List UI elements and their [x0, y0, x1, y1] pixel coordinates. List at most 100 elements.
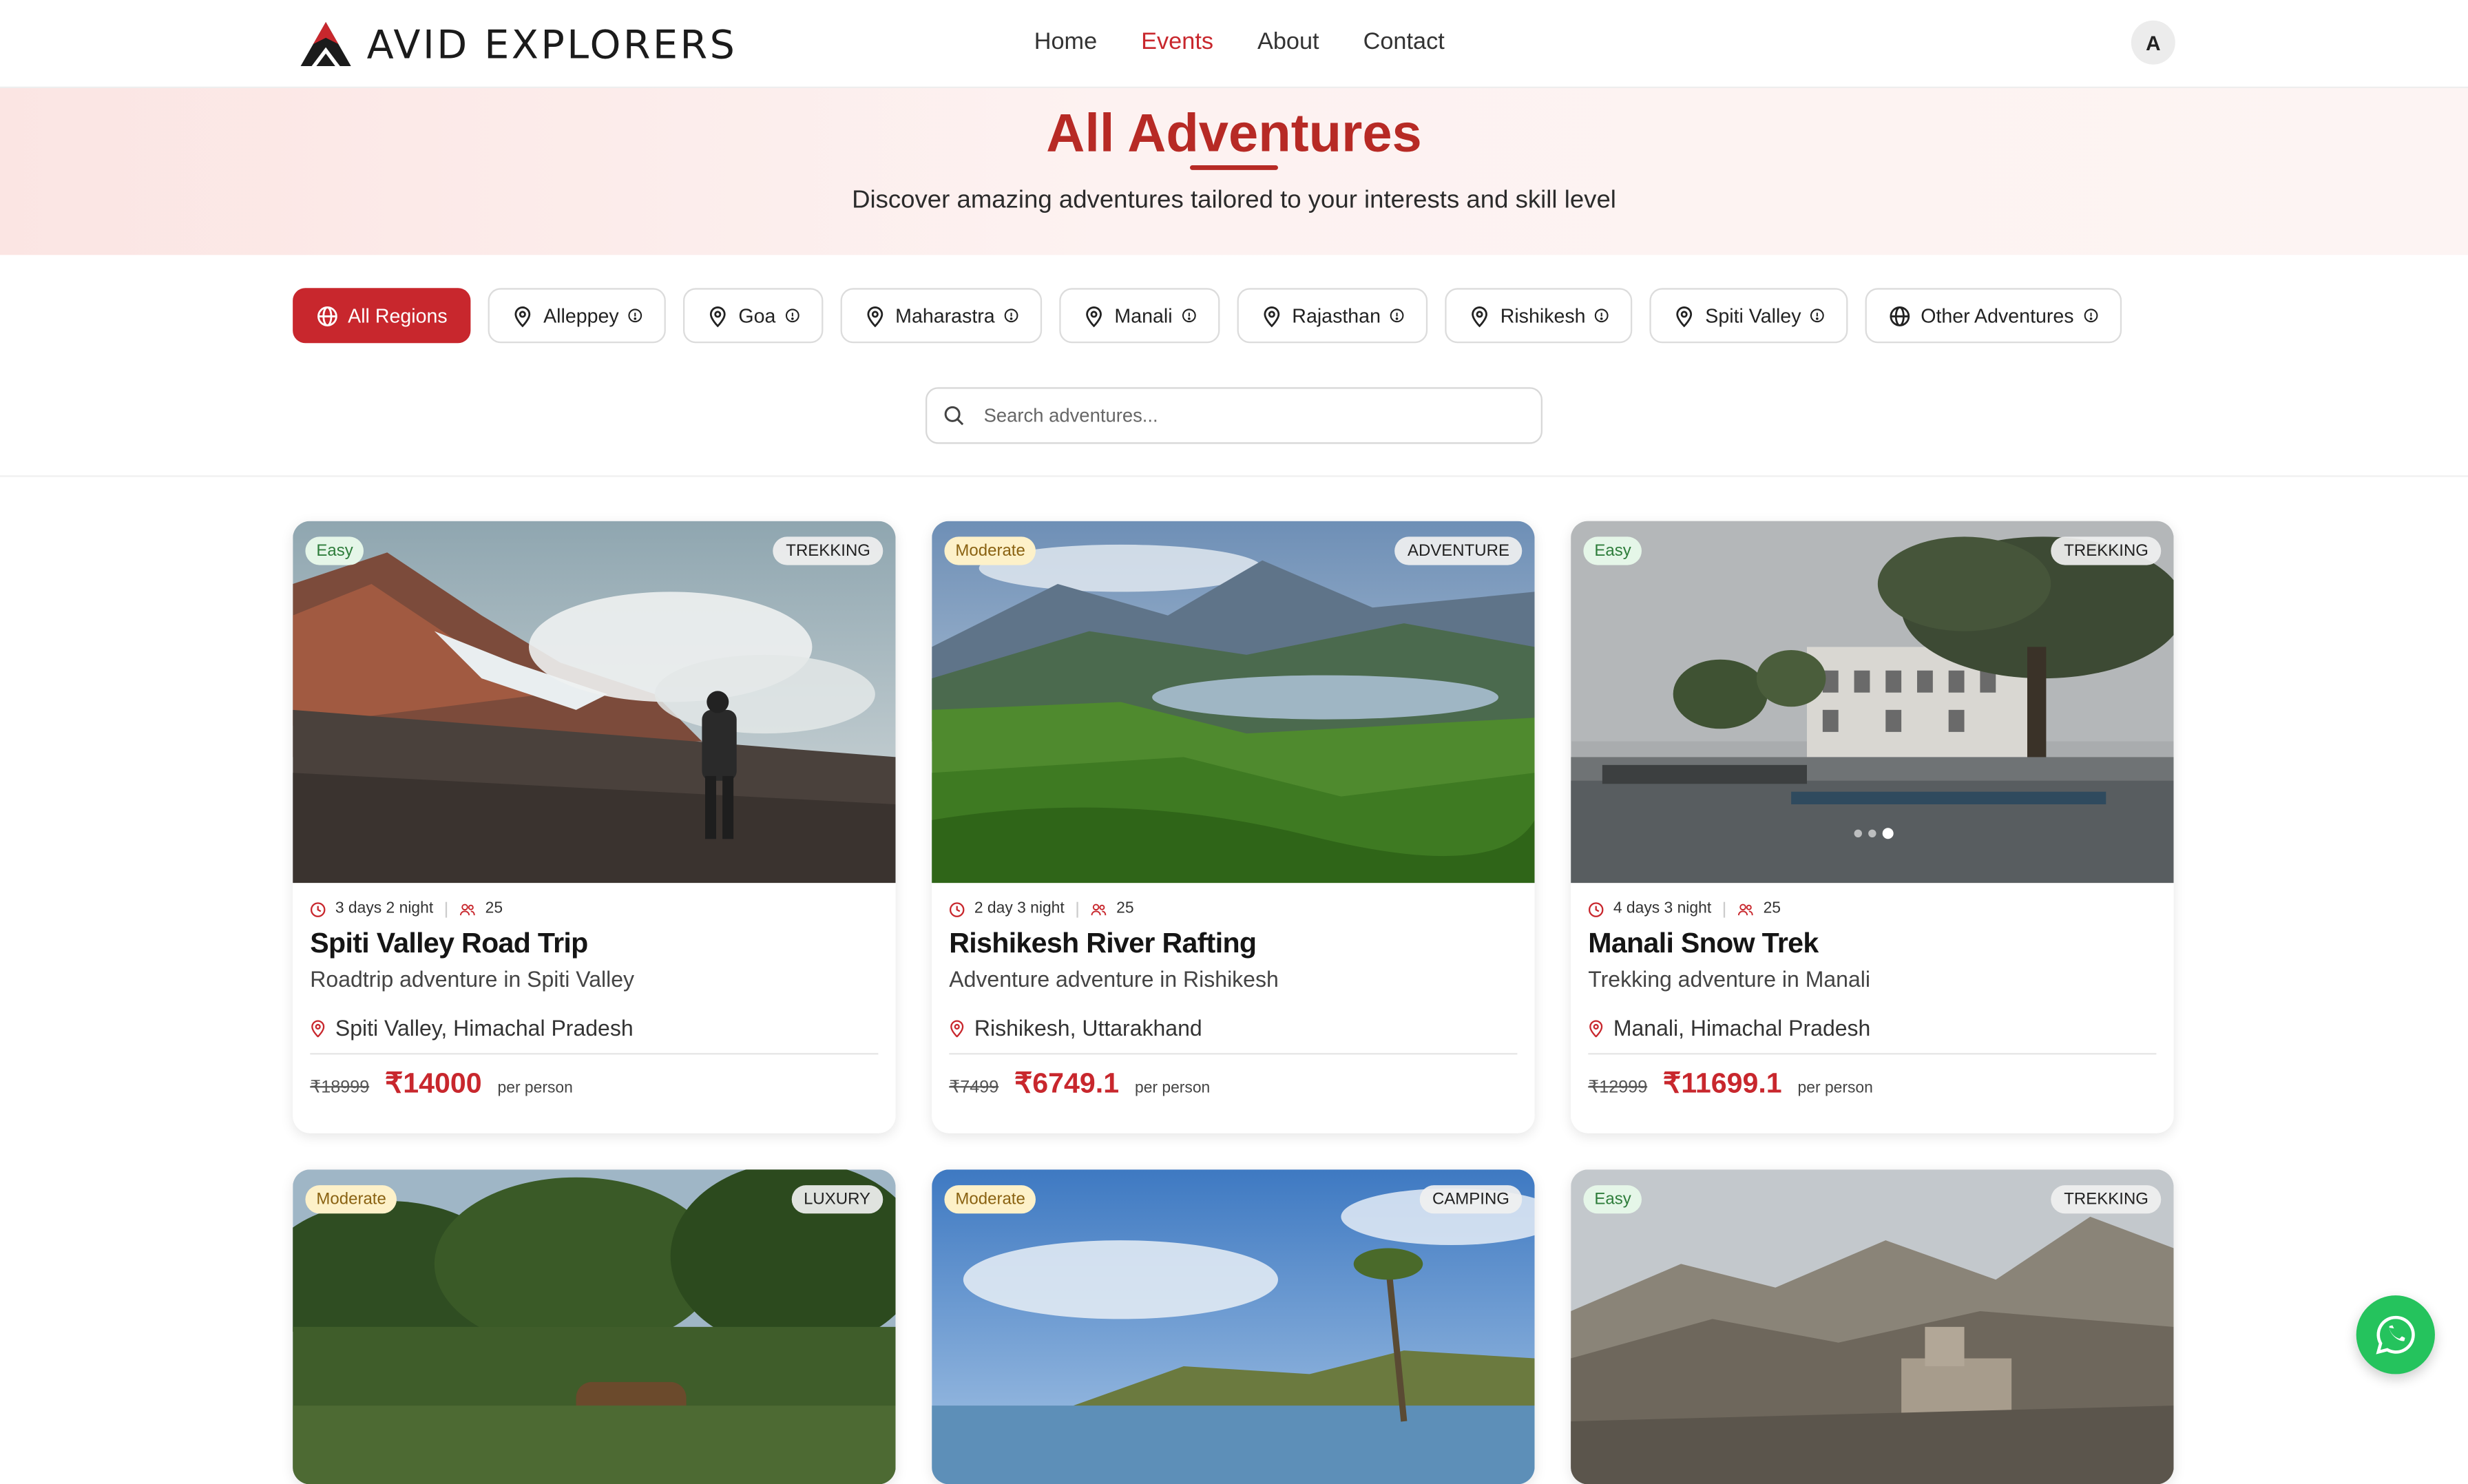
original-price: ₹12999: [1588, 1078, 1648, 1098]
section-divider: [0, 475, 2468, 477]
globe-icon: [317, 305, 337, 326]
filter-alleppey[interactable]: Alleppey: [488, 288, 667, 344]
card-location: Manali, Himachal Pradesh: [1588, 1015, 1870, 1041]
price-row: ₹18999 ₹14000 per person: [310, 1067, 573, 1100]
filter-other-adventures[interactable]: Other Adventures: [1865, 288, 2122, 344]
card-divider: [949, 1053, 1518, 1055]
map-pin-icon: [950, 1019, 964, 1037]
clock-icon: [310, 901, 326, 917]
whatsapp-chat-button[interactable]: [2356, 1295, 2435, 1375]
card-divider: [310, 1053, 879, 1055]
adventure-card[interactable]: Moderate LUXURY: [293, 1169, 896, 1484]
info-icon[interactable]: [1390, 309, 1405, 323]
carousel-dot-active[interactable]: [1882, 828, 1894, 839]
difficulty-badge: Easy: [305, 536, 364, 565]
discounted-price: ₹14000: [385, 1067, 482, 1099]
card-image: [293, 1169, 896, 1484]
price-row: ₹7499 ₹6749.1 per person: [949, 1067, 1210, 1100]
carousel-dot[interactable]: [1854, 829, 1862, 837]
adventure-card[interactable]: Easy TREKKING: [1571, 1169, 2174, 1484]
filter-rishikesh[interactable]: Rishikesh: [1445, 288, 1633, 344]
page-title: All Adventures: [1046, 103, 1422, 164]
info-icon[interactable]: [1004, 309, 1018, 323]
card-image: [293, 521, 896, 884]
info-icon[interactable]: [785, 309, 799, 323]
meta-separator: [1724, 901, 1726, 917]
info-icon[interactable]: [628, 309, 642, 323]
category-badge: TREKKING: [2051, 1185, 2162, 1214]
filter-label: Rajasthan: [1292, 304, 1381, 327]
card-title: Rishikesh River Rafting: [949, 927, 1257, 959]
filter-rajasthan[interactable]: Rajasthan: [1237, 288, 1428, 344]
original-price: ₹7499: [949, 1078, 999, 1098]
category-badge: ADVENTURE: [1394, 536, 1523, 565]
map-pin-icon: [867, 305, 883, 327]
mountain-logo-icon: [300, 21, 351, 66]
adventure-card[interactable]: Moderate ADVENTURE 2 day 3 night 25 Rish…: [932, 521, 1535, 1133]
card-location: Rishikesh, Uttarakhand: [949, 1015, 1202, 1041]
discounted-price: ₹11699.1: [1663, 1067, 1782, 1099]
info-icon[interactable]: [1810, 309, 1825, 323]
info-icon[interactable]: [2083, 309, 2098, 323]
search-input[interactable]: [980, 403, 1523, 428]
capacity: 25: [485, 900, 503, 918]
info-icon[interactable]: [1182, 309, 1196, 323]
filter-label: Spiti Valley: [1705, 304, 1801, 327]
difficulty-badge: Moderate: [944, 1185, 1036, 1214]
category-badge: CAMPING: [1419, 1185, 1523, 1214]
capacity: 25: [1763, 900, 1781, 918]
clock-icon: [1588, 901, 1604, 917]
search-box: [925, 387, 1542, 444]
filter-label: Manali: [1114, 304, 1173, 327]
title-underline: [1189, 165, 1278, 170]
location-text: Spiti Valley, Himachal Pradesh: [335, 1015, 634, 1041]
adventure-card[interactable]: Easy TREKKING 3 days 2 night 25 Spiti Va…: [293, 521, 896, 1133]
difficulty-badge: Moderate: [944, 536, 1036, 565]
map-pin-icon: [710, 305, 726, 327]
nav-events[interactable]: Events: [1141, 28, 1213, 55]
map-pin-icon: [1086, 305, 1102, 327]
map-pin-icon: [1264, 305, 1279, 327]
filter-goa[interactable]: Goa: [683, 288, 824, 344]
category-badge: TREKKING: [2051, 536, 2162, 565]
card-subtitle: Trekking adventure in Manali: [1588, 966, 1870, 992]
beach-coast-photo: [932, 1169, 1535, 1484]
price-row: ₹12999 ₹11699.1 per person: [1588, 1067, 1873, 1100]
carousel-dots[interactable]: [1854, 828, 1894, 839]
difficulty-badge: Easy: [1583, 1185, 1642, 1214]
category-badge: LUXURY: [791, 1185, 883, 1214]
nav-links: Home Events About Contact: [1034, 28, 1445, 55]
nav-contact[interactable]: Contact: [1363, 28, 1445, 55]
palm-backwaters-photo: [293, 1169, 896, 1484]
card-location: Spiti Valley, Himachal Pradesh: [310, 1015, 634, 1041]
search-icon: [944, 406, 964, 426]
brand-logo[interactable]: AVID EXPLORERS: [297, 19, 737, 69]
map-pin-icon: [1472, 305, 1488, 327]
category-badge: TREKKING: [773, 536, 883, 565]
filter-all-regions[interactable]: All Regions: [293, 288, 471, 344]
adventure-card[interactable]: Moderate CAMPING: [932, 1169, 1535, 1484]
price-unit: per person: [1797, 1079, 1873, 1098]
users-icon: [1738, 903, 1754, 915]
clock-icon: [949, 901, 965, 917]
whatsapp-icon: [2376, 1315, 2415, 1355]
original-price: ₹18999: [310, 1078, 370, 1098]
nav-about[interactable]: About: [1257, 28, 1319, 55]
filter-label: Alleppey: [543, 304, 619, 327]
nav-home[interactable]: Home: [1034, 28, 1097, 55]
location-text: Rishikesh, Uttarakhand: [974, 1015, 1202, 1041]
carousel-dot[interactable]: [1868, 829, 1876, 837]
filter-label: All Regions: [348, 304, 448, 327]
info-icon[interactable]: [1595, 309, 1609, 323]
map-pin-icon: [514, 305, 531, 327]
card-image: [932, 1169, 1535, 1484]
difficulty-badge: Moderate: [305, 1185, 397, 1214]
location-text: Manali, Himachal Pradesh: [1613, 1015, 1871, 1041]
filter-maharastra[interactable]: Maharastra: [840, 288, 1043, 344]
filter-manali[interactable]: Manali: [1059, 288, 1220, 344]
user-avatar[interactable]: A: [2131, 20, 2175, 65]
card-divider: [1588, 1053, 2157, 1055]
adventure-card[interactable]: Easy TREKKING 4 days 3 night 25 Manali S…: [1571, 521, 2174, 1133]
card-subtitle: Adventure adventure in Rishikesh: [949, 966, 1279, 992]
filter-spiti-valley[interactable]: Spiti Valley: [1650, 288, 1849, 344]
